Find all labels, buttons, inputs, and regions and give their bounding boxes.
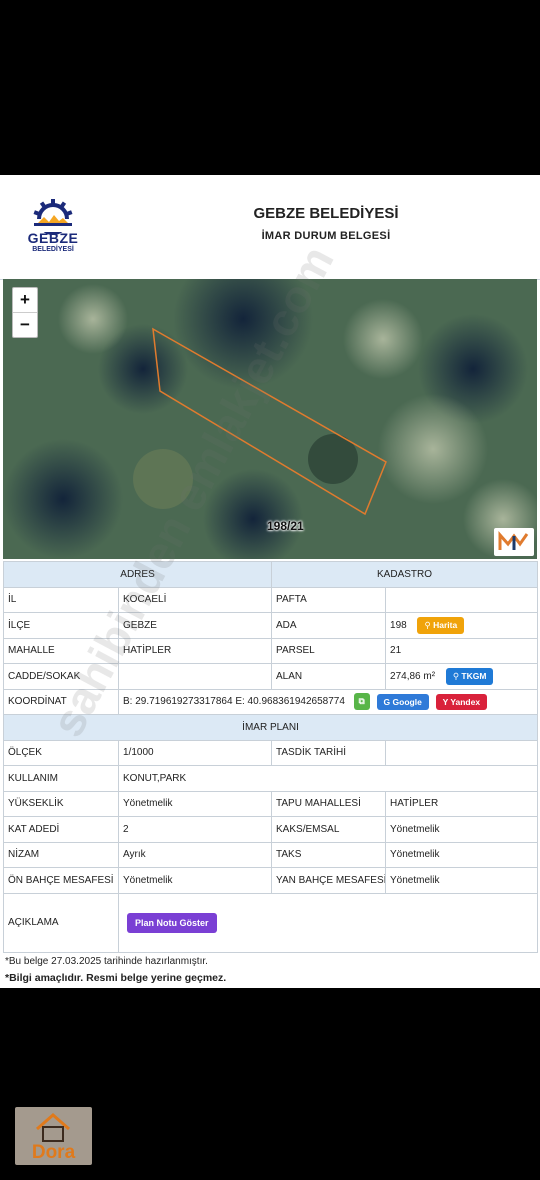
alan-label: ALAN [271, 663, 387, 690]
map-zoom-control: + − [12, 287, 38, 338]
koordinat-cell: B: 29.719619273317864 E: 40.968361942658… [117, 688, 539, 715]
google-maps-button[interactable]: G Google [376, 693, 429, 710]
ilce-value: GEBZE [117, 612, 273, 639]
plan-notu-button[interactable]: Plan Notu Göster [127, 912, 217, 933]
disclaimer: *Bilgi amaçlıdır. Resmi belge yerine geç… [5, 972, 227, 984]
nizam-value: Ayrık [117, 841, 273, 868]
ada-cell: 198 ⚲ Harita [385, 612, 539, 639]
il-label: İL [3, 586, 119, 613]
mahalle-value: HATİPLER [117, 637, 273, 664]
satellite-map[interactable]: + − 198/21 [3, 279, 537, 559]
aciklama-label: AÇIKLAMA [3, 892, 119, 953]
tapu-label: TAPU MAHALLESİ [271, 790, 387, 817]
yandex-maps-button[interactable]: Y Yandex [435, 693, 488, 710]
kaks-value: Yönetmelik [385, 816, 539, 843]
ada-value: 198 [390, 619, 407, 631]
pafta-label: PAFTA [271, 586, 387, 613]
parcel-label: 198/21 [267, 519, 304, 533]
alan-value: 274,86 m² [390, 670, 436, 682]
il-value: KOCAELİ [117, 586, 273, 613]
alan-cell: 274,86 m² ⚲ TKGM [385, 663, 539, 690]
olcek-value: 1/1000 [117, 739, 273, 766]
mahalle-label: MAHALLE [3, 637, 119, 664]
olcek-label: ÖLÇEK [3, 739, 119, 766]
dora-logo-text: Dora [31, 1142, 76, 1163]
section-kadastro: KADASTRO [271, 561, 539, 588]
map-provider-logo [494, 528, 534, 556]
section-adres: ADRES [2, 561, 273, 588]
nizam-label: NİZAM [3, 841, 119, 868]
ilce-label: İLÇE [3, 612, 119, 639]
parsel-label: PARSEL [271, 637, 387, 664]
taks-label: TAKS [271, 841, 387, 868]
tasdik-label: TASDİK TARİHİ [271, 739, 387, 766]
kat-value: 2 [117, 816, 273, 843]
pafta-value [385, 586, 539, 613]
on-bahce-value: Yönetmelik [117, 867, 273, 894]
dora-logo: Dora [15, 1107, 92, 1165]
koordinat-value: B: 29.719619273317864 E: 40.968361942658… [123, 696, 345, 708]
zoning-info-table: ADRES KADASTRO İL KOCAELİ PAFTA İLÇE GEB… [2, 561, 539, 953]
document-page: GEBZE BELEDİYESİ GEBZE BELEDİYESİ İMAR D… [0, 175, 540, 988]
satellite-imagery [3, 279, 537, 559]
pin-icon: ⚲ [424, 619, 434, 630]
tasdik-value [385, 739, 539, 766]
taks-value: Yönetmelik [385, 841, 539, 868]
cadde-label: CADDE/SOKAK [3, 663, 119, 690]
yukseklik-label: YÜKSEKLİK [3, 790, 119, 817]
document-header: GEBZE BELEDİYESİ GEBZE BELEDİYESİ İMAR D… [0, 175, 540, 280]
kullanim-label: KULLANIM [3, 765, 119, 792]
zoom-in-button[interactable]: + [13, 288, 37, 312]
kat-label: KAT ADEDİ [3, 816, 119, 843]
kullanim-value: KONUT,PARK [117, 765, 539, 792]
zoom-out-button[interactable]: − [13, 312, 37, 337]
document-subtitle: İMAR DURUM BELGESİ [261, 230, 391, 242]
cadde-value [117, 663, 273, 690]
harita-button[interactable]: ⚲ Harita [417, 616, 465, 634]
date-note: *Bu belge 27.03.2025 tarihinde hazırlanm… [5, 956, 208, 967]
tkgm-button[interactable]: ⚲ TKGM [445, 667, 494, 685]
ada-label: ADA [271, 612, 387, 639]
copy-icon: ⧉ [358, 696, 365, 707]
aciklama-cell: Plan Notu Göster [117, 892, 539, 953]
section-imar-plani: İMAR PLANI [2, 714, 539, 741]
yukseklik-value: Yönetmelik [117, 790, 273, 817]
google-icon: G [383, 696, 393, 707]
house-icon [36, 1113, 70, 1142]
logo-subtext: BELEDİYESİ [32, 246, 74, 253]
copy-coordinates-button[interactable]: ⧉ [353, 693, 370, 711]
parsel-value: 21 [385, 637, 539, 664]
yan-bahce-label: YAN BAHÇE MESAFESİ [271, 867, 387, 894]
kaks-label: KAKS/EMSAL [271, 816, 387, 843]
tapu-value: HATİPLER [385, 790, 539, 817]
on-bahce-label: ÖN BAHÇE MESAFESİ [3, 867, 119, 894]
document-title: GEBZE BELEDİYESİ [253, 205, 399, 222]
koordinat-label: KOORDİNAT [3, 688, 119, 715]
yan-bahce-value: Yönetmelik [385, 867, 539, 894]
